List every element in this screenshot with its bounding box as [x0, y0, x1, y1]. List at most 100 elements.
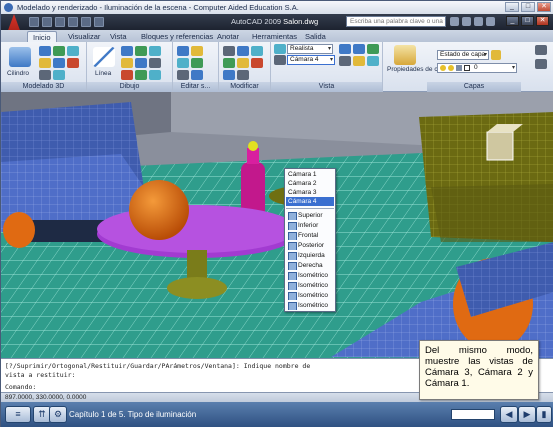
shell-icon[interactable]	[191, 70, 203, 80]
help-icon[interactable]	[486, 17, 495, 26]
zoom-icon[interactable]	[339, 56, 351, 66]
loft-icon[interactable]	[53, 58, 65, 68]
tab-salida[interactable]: Salida	[300, 31, 331, 42]
undo-icon[interactable]	[68, 17, 78, 27]
extract-edges-icon[interactable]	[177, 58, 189, 68]
minimize-button[interactable]: _	[505, 2, 519, 12]
view-isometric-4[interactable]: Isométrico	[286, 301, 334, 310]
new-icon[interactable]	[29, 17, 39, 27]
view-isometric-1[interactable]: Isométrico	[286, 271, 334, 280]
next-button[interactable]: ▶	[518, 406, 536, 423]
gear-icon[interactable]: ⚙	[49, 406, 67, 423]
spline-icon[interactable]	[121, 58, 133, 68]
layer-state-icon[interactable]	[491, 50, 501, 60]
erase-icon[interactable]	[251, 58, 263, 68]
panel-editar-solidos: Editar s...	[173, 42, 219, 92]
previous-button[interactable]: ◀	[500, 406, 518, 423]
view-frontal[interactable]: Frontal	[286, 231, 334, 240]
sweep-icon[interactable]	[39, 58, 51, 68]
panel-dibujo: Línea Dibujo	[87, 42, 173, 92]
acad-maximize-button[interactable]: □	[521, 16, 534, 26]
binoculars-icon[interactable]	[450, 17, 459, 26]
tab-vista[interactable]: Vista	[105, 31, 132, 42]
camera-icon[interactable]	[274, 55, 286, 65]
subtract-icon[interactable]	[53, 70, 65, 80]
fillet-icon[interactable]	[237, 70, 249, 80]
line-icon[interactable]	[93, 47, 115, 67]
instruction-callout: Del mismo modo, muestre las vistas de Cá…	[419, 340, 539, 400]
orbit-icon[interactable]	[353, 56, 365, 66]
revolve-icon[interactable]	[67, 46, 79, 56]
named-views-icon[interactable]	[353, 44, 365, 54]
view-izquierda[interactable]: Izquierda	[286, 251, 334, 260]
rectangle-icon[interactable]	[121, 70, 133, 80]
extrude-icon[interactable]	[53, 46, 65, 56]
union-icon[interactable]	[39, 70, 51, 80]
viewport-icon[interactable]	[339, 44, 351, 54]
hatch-icon[interactable]	[149, 58, 161, 68]
tab-visualizar[interactable]: Visualizar	[63, 31, 105, 42]
page-end-button[interactable]: ▮	[536, 406, 552, 423]
camera-dropdown[interactable]: Cámara 1 Cámara 2 Cámara 3 Cámara 4 Supe…	[284, 168, 336, 312]
view-superior[interactable]: Superior	[286, 211, 334, 220]
view-inferior[interactable]: Inferior	[286, 221, 334, 230]
acad-minimize-button[interactable]: _	[506, 16, 519, 26]
move-icon[interactable]	[223, 46, 235, 56]
tab-anotar[interactable]: Anotar	[212, 31, 244, 42]
open-icon[interactable]	[42, 17, 52, 27]
tab-inicio[interactable]: Inicio	[27, 31, 57, 42]
polyline-icon[interactable]	[121, 46, 133, 56]
command-prompt[interactable]: Comando:	[5, 383, 36, 391]
camera-option-1[interactable]: Cámara 1	[286, 170, 334, 179]
acad-close-button[interactable]: ✕	[536, 16, 549, 26]
layer-properties-icon[interactable]	[394, 45, 416, 65]
circle-icon[interactable]	[135, 46, 147, 56]
presspull-icon[interactable]	[67, 58, 79, 68]
arc-icon[interactable]	[149, 46, 161, 56]
rotate-icon[interactable]	[237, 46, 249, 56]
ribbon-tabs: Inicio Visualizar Vista Bloques y refere…	[1, 30, 553, 42]
walk-icon[interactable]	[367, 56, 379, 66]
tab-herramientas[interactable]: Herramientas	[247, 31, 302, 42]
visual-style-combo[interactable]: Realista	[287, 44, 333, 54]
plot-icon[interactable]	[94, 17, 104, 27]
camera-option-2[interactable]: Cámara 2	[286, 179, 334, 188]
thicken-icon[interactable]	[191, 46, 203, 56]
visual-style-icon[interactable]	[274, 44, 286, 54]
camera-combo[interactable]: Cámara 4	[287, 55, 335, 65]
ellipse-icon[interactable]	[135, 58, 147, 68]
array-icon[interactable]	[223, 70, 235, 80]
panel-expand-icon[interactable]	[535, 59, 547, 69]
box-icon[interactable]	[39, 46, 51, 56]
model-viewport[interactable]	[1, 92, 553, 358]
menu-button[interactable]: ≡	[5, 406, 31, 423]
view-isometric-3[interactable]: Isométrico	[286, 291, 334, 300]
cylinder-icon[interactable]	[9, 47, 31, 67]
slice-icon[interactable]	[177, 46, 189, 56]
view-posterior[interactable]: Posterior	[286, 241, 334, 250]
point-icon[interactable]	[135, 70, 147, 80]
region-icon[interactable]	[149, 70, 161, 80]
camera-option-3[interactable]: Cámara 3	[286, 188, 334, 197]
linea-label[interactable]: Línea	[95, 70, 111, 77]
maximize-button[interactable]: □	[521, 2, 535, 12]
panel-scroll-icon[interactable]	[535, 45, 547, 55]
view-isometric-2[interactable]: Isométrico	[286, 281, 334, 290]
extrude-faces-icon[interactable]	[191, 58, 203, 68]
redo-icon[interactable]	[81, 17, 91, 27]
cilindro-label[interactable]: Cilindro	[7, 70, 29, 77]
communication-icon[interactable]	[462, 17, 471, 26]
save-icon[interactable]	[55, 17, 65, 27]
close-button[interactable]: ✕	[537, 2, 551, 12]
tab-bloques[interactable]: Bloques y referencias	[136, 31, 218, 42]
separate-icon[interactable]	[177, 70, 189, 80]
layer-state-combo[interactable]: Estado de capa	[437, 50, 489, 60]
pan-icon[interactable]	[367, 44, 379, 54]
copy-icon[interactable]	[223, 58, 235, 68]
search-input[interactable]: Escriba una palabra clave o una frase	[346, 16, 446, 27]
scale-icon[interactable]	[251, 46, 263, 56]
mirror-icon[interactable]	[237, 58, 249, 68]
star-icon[interactable]	[474, 17, 483, 26]
view-derecha[interactable]: Derecha	[286, 261, 334, 270]
camera-option-4[interactable]: Cámara 4	[286, 197, 334, 206]
